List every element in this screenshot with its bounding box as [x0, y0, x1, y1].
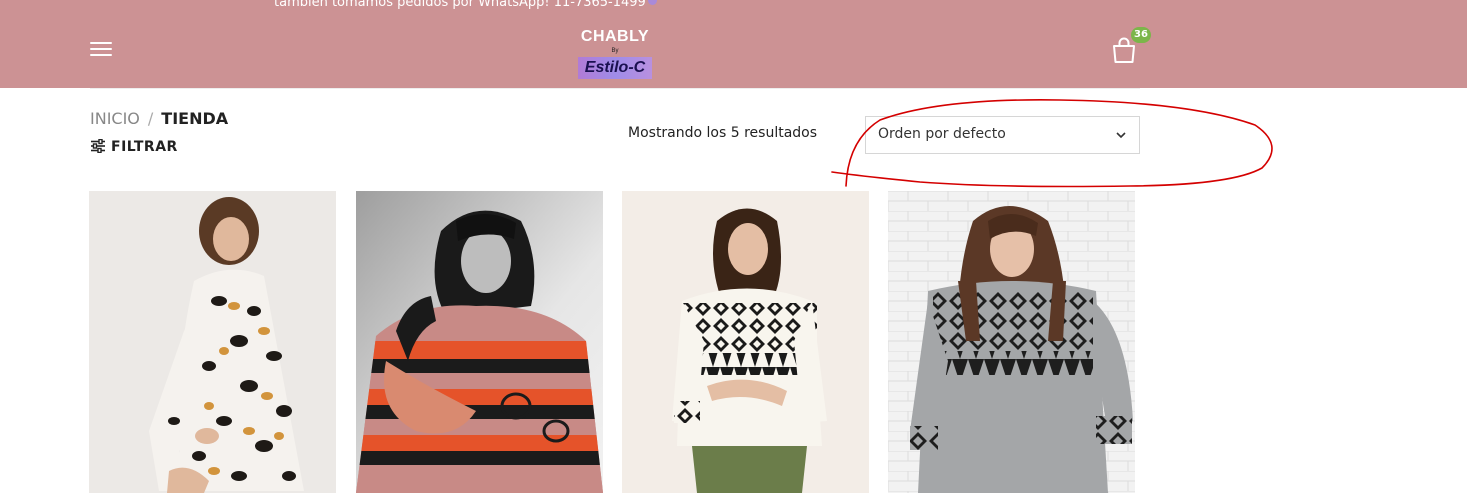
breadcrumb-separator: / [147, 109, 154, 128]
hamburger-icon-line [90, 54, 112, 56]
sort-select[interactable]: Orden por defecto [865, 116, 1140, 154]
hamburger-menu-button[interactable] [90, 42, 112, 60]
topbar-message-text: también tomamos pedidos por WhatsApp! 11… [274, 0, 646, 10]
product-card[interactable] [356, 191, 603, 493]
breadcrumb-current: TIENDA [161, 109, 229, 128]
topbar-message: también tomamos pedidos por WhatsApp! 11… [274, 0, 657, 11]
logo-line-1: CHABLY [580, 28, 650, 45]
header-divider [90, 88, 1140, 89]
product-image [888, 191, 1135, 493]
hamburger-icon-line [90, 48, 112, 50]
product-image [356, 191, 603, 493]
product-card[interactable] [888, 191, 1135, 493]
filter-button[interactable]: FILTRAR [90, 138, 178, 157]
breadcrumb: INICIO / TIENDA [90, 108, 228, 130]
cart-count-badge: 36 [1131, 27, 1151, 43]
site-header: también tomamos pedidos por WhatsApp! 11… [0, 0, 1467, 88]
breadcrumb-home-link[interactable]: INICIO [90, 109, 140, 128]
sliders-icon [91, 138, 105, 154]
results-count: Mostrando los 5 resultados [628, 125, 818, 141]
logo-line-2: By [611, 48, 619, 54]
purple-dot-icon [647, 0, 657, 5]
product-card[interactable] [89, 191, 336, 493]
sort-selected-value: Orden por defecto [878, 126, 1006, 142]
product-image [622, 191, 869, 493]
product-card[interactable] [622, 191, 869, 493]
product-image [89, 191, 336, 493]
filter-label: FILTRAR [111, 139, 178, 155]
hamburger-icon [90, 42, 112, 44]
logo-line-3: Estilo-C [578, 57, 652, 79]
site-logo[interactable]: CHABLY By Estilo-C [578, 26, 652, 82]
chevron-down-icon [1116, 132, 1126, 139]
